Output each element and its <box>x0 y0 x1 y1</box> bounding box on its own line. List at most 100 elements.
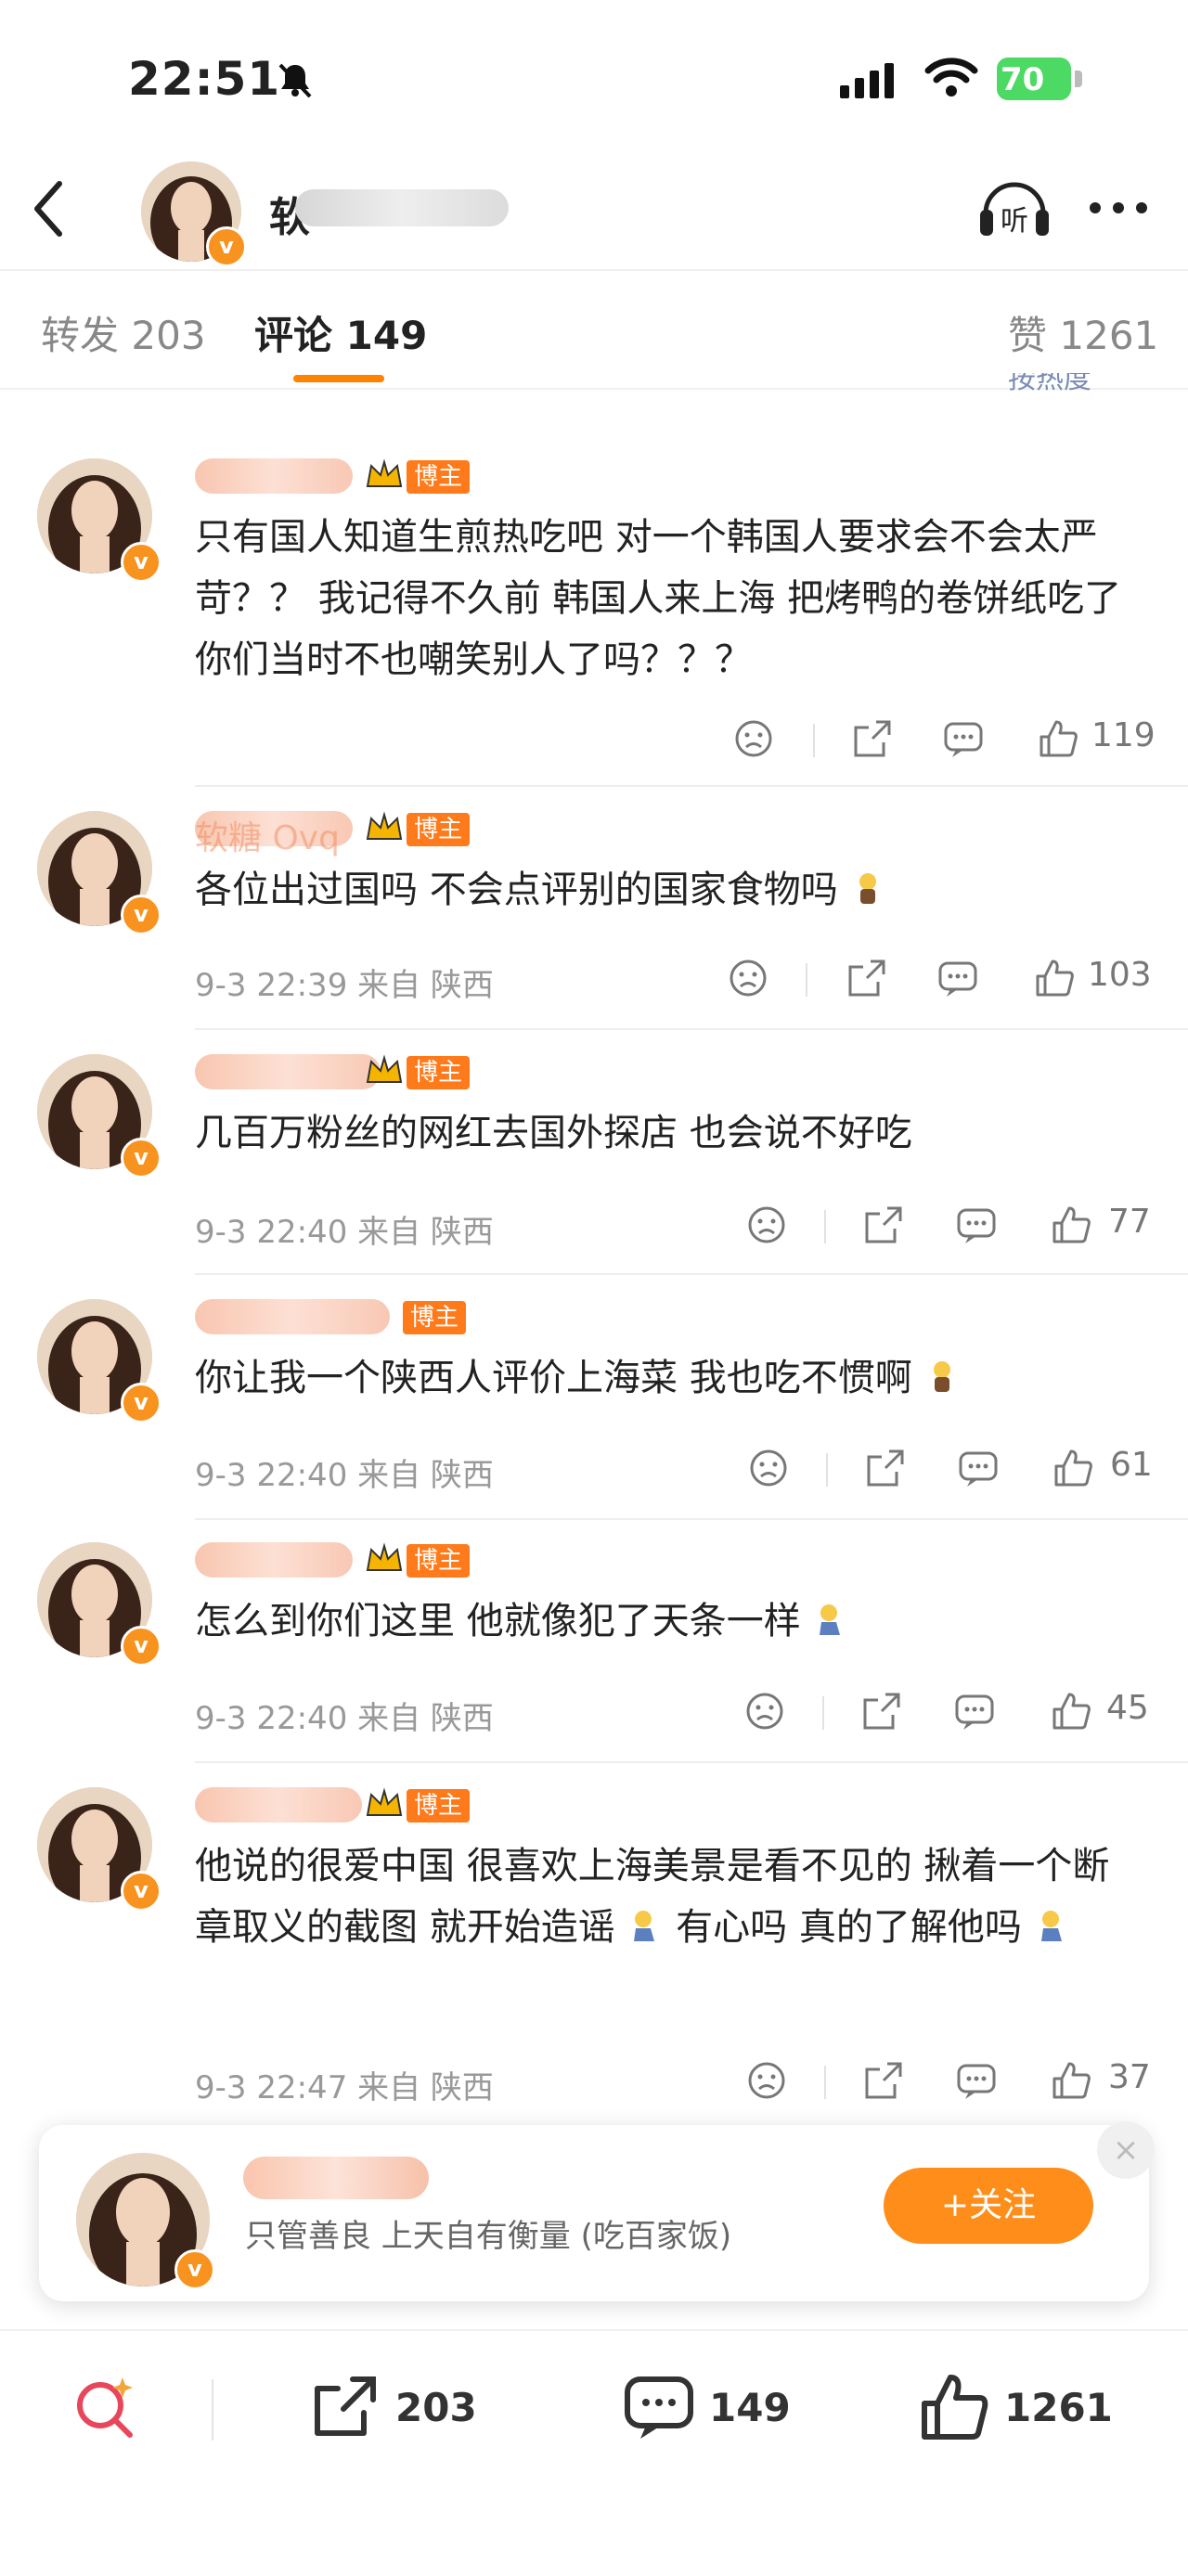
comment-actions: 45 <box>724 1681 1160 1737</box>
comment-text: 他说的很爱中国 很喜欢上海美景是看不见的 揪着一个断章取义的截图 就开始造谣 有… <box>195 1845 1110 1949</box>
like-thumb-icon[interactable] <box>1051 1691 1091 1732</box>
ai-search-icon[interactable] <box>72 2374 139 2441</box>
active-tab-indicator <box>293 375 384 382</box>
like-action[interactable]: 1261 <box>919 2368 1142 2446</box>
crown-icon <box>366 811 403 840</box>
kneeling-emoji-icon <box>1040 1911 1062 1941</box>
wifi-icon <box>924 58 978 97</box>
tab-likes[interactable]: 赞 1261 <box>1008 304 1158 361</box>
reply-icon[interactable] <box>943 718 984 759</box>
share-icon[interactable] <box>865 1448 906 1488</box>
like-thumb-icon[interactable] <box>1052 1448 1093 1488</box>
share-icon[interactable] <box>852 718 893 759</box>
dislike-face-icon[interactable] <box>746 1204 787 1245</box>
dislike-face-icon[interactable] <box>746 2060 787 2101</box>
tab-bar: 转发 203 评论 149 赞 1261 <box>0 271 1188 388</box>
author-name-blur <box>295 189 509 226</box>
commenter-name-blur[interactable] <box>195 458 353 494</box>
like-count: 1261 <box>1004 2385 1113 2430</box>
comment-divider <box>195 1273 1188 1275</box>
listen-headphones-icon[interactable]: 听 <box>975 167 1054 247</box>
blogger-badge: 博主 <box>407 1544 471 1578</box>
follow-suggestion-card: v 只管善良 上天自有衡量 (吃百家饭) +关注 × <box>39 2121 1155 2301</box>
commenter-name-blur[interactable] <box>195 1787 362 1823</box>
reply-icon[interactable] <box>956 2060 997 2101</box>
status-bar: 22:51 70 <box>0 0 1188 148</box>
crown-icon <box>366 458 403 487</box>
like-count: 119 <box>1091 716 1156 754</box>
blogger-badge: 博主 <box>407 1789 471 1823</box>
ponder-emoji-icon <box>859 873 877 904</box>
like-count: 103 <box>1088 956 1152 994</box>
like-count: 61 <box>1110 1446 1153 1484</box>
dislike-face-icon[interactable] <box>744 1691 785 1732</box>
repost-icon <box>315 2376 376 2436</box>
reply-icon[interactable] <box>956 1204 997 1245</box>
crown-icon <box>366 1054 403 1083</box>
share-icon[interactable] <box>861 1691 902 1732</box>
repost-action[interactable]: 203 <box>310 2368 496 2446</box>
like-thumb-icon <box>922 2375 988 2440</box>
share-icon[interactable] <box>846 958 887 998</box>
bottom-action-bar: 203 149 1261 <box>0 2329 1188 2576</box>
comment-action[interactable]: 149 <box>624 2368 809 2446</box>
commenter-name-blur[interactable] <box>195 1542 353 1578</box>
more-options-icon[interactable] <box>1086 197 1151 219</box>
comment-text: 几百万粉丝的网红去国外探店 也会说不好吃 <box>195 1112 912 1154</box>
comment-meta: 9-3 22:47 来自 陕西 <box>195 2069 494 2106</box>
commenter-name[interactable]: 软糖 Ovq <box>195 811 340 859</box>
comment-actions: 37 <box>724 2051 1160 2106</box>
tab-comments[interactable]: 评论 149 <box>254 304 427 361</box>
battery-level: 70 <box>1001 61 1045 98</box>
suggested-user-name-blur[interactable] <box>243 2157 429 2199</box>
tab-repost[interactable]: 转发 203 <box>41 304 206 361</box>
battery-indicator: 70 <box>997 58 1084 100</box>
like-thumb-icon[interactable] <box>1038 718 1078 759</box>
battery-tip <box>1075 71 1082 87</box>
verified-badge-icon: v <box>121 895 161 935</box>
like-thumb-icon[interactable] <box>1051 1204 1091 1245</box>
comment-meta: 9-3 22:40 来自 陕西 <box>195 1214 494 1251</box>
comment-count: 149 <box>709 2385 791 2430</box>
comment-text: 各位出过国吗 不会点评别的国家食物吗 <box>195 859 1132 921</box>
verified-badge-icon: v <box>121 542 161 583</box>
sort-by-hot-toggle[interactable]: 按热度 <box>1008 373 1091 393</box>
like-thumb-icon[interactable] <box>1051 2060 1091 2101</box>
top-bar: v 软 听 <box>0 148 1188 269</box>
dislike-face-icon[interactable] <box>748 1448 789 1488</box>
repost-count: 203 <box>395 2385 477 2430</box>
comment-divider <box>195 1761 1188 1763</box>
verified-badge-icon: v <box>121 1871 161 1912</box>
blogger-badge: 博主 <box>407 1056 471 1089</box>
close-icon[interactable]: × <box>1097 2121 1155 2179</box>
listen-label: 听 <box>1001 205 1028 238</box>
dislike-face-icon[interactable] <box>728 958 768 998</box>
action-separator <box>824 2066 826 2099</box>
comment-meta: 9-3 22:40 来自 陕西 <box>195 1457 494 1494</box>
action-separator <box>824 1210 826 1243</box>
comment-actions: 77 <box>724 1195 1160 1251</box>
comment-actions: 119 <box>724 709 1160 765</box>
follow-button[interactable]: +关注 <box>884 2168 1093 2244</box>
commenter-name-blur[interactable] <box>195 1299 390 1334</box>
verified-badge-icon: v <box>206 226 247 267</box>
crown-icon <box>366 1542 403 1571</box>
like-count: 77 <box>1108 1203 1151 1241</box>
action-separator <box>826 1453 828 1487</box>
dislike-face-icon[interactable] <box>733 718 774 759</box>
reply-icon[interactable] <box>954 1691 995 1732</box>
like-count: 45 <box>1106 1689 1149 1727</box>
verified-badge-icon: v <box>121 1626 161 1667</box>
verified-badge-icon: v <box>121 1138 161 1179</box>
like-count: 37 <box>1108 2058 1151 2096</box>
reply-icon[interactable] <box>937 958 978 998</box>
comment-text: 你让我一个陕西人评价上海菜 我也吃不惯啊 <box>195 1347 1132 1409</box>
comment-actions: 103 <box>724 948 1160 1004</box>
blogger-badge: 博主 <box>407 460 471 494</box>
commenter-name-blur[interactable] <box>195 1054 381 1089</box>
like-thumb-icon[interactable] <box>1034 958 1075 998</box>
share-icon[interactable] <box>863 1204 904 1245</box>
back-arrow-icon[interactable] <box>30 178 67 239</box>
reply-icon[interactable] <box>958 1448 999 1488</box>
share-icon[interactable] <box>863 2060 904 2101</box>
